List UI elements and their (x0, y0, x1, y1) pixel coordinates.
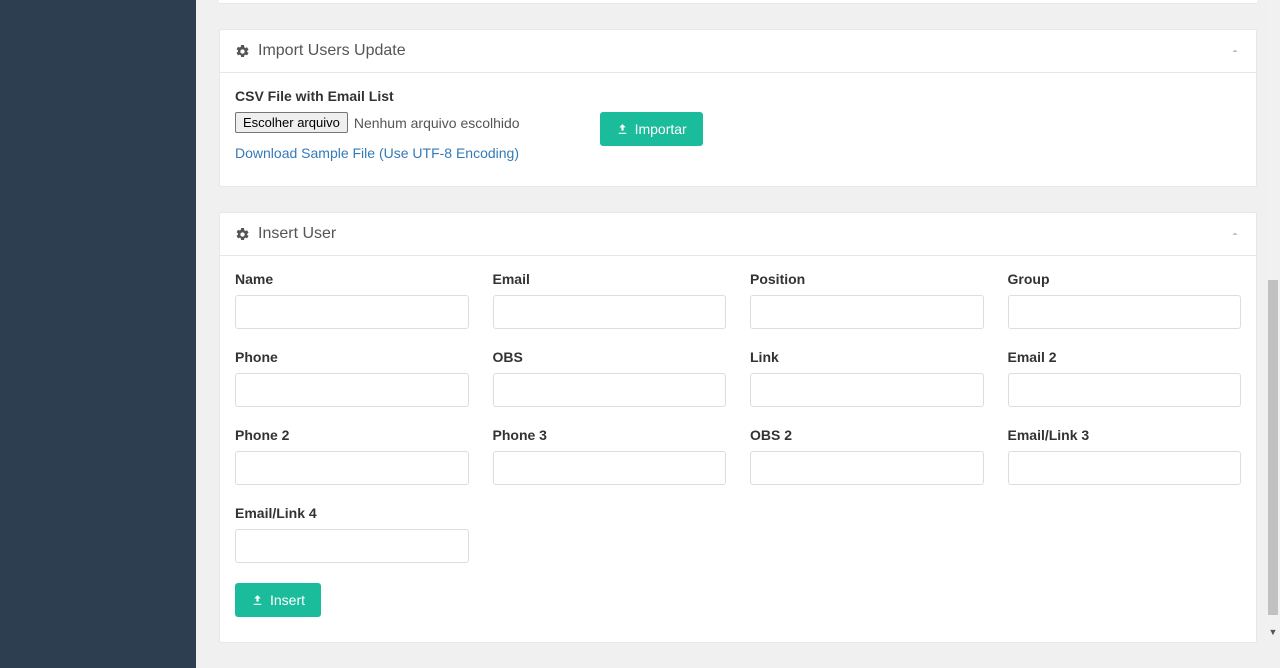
link-input[interactable] (750, 373, 984, 407)
form-group-obs: OBS (493, 349, 727, 407)
sidebar (0, 0, 196, 668)
insert-user-panel: Insert User Name Email Position (219, 212, 1257, 643)
phone2-label: Phone 2 (235, 427, 469, 443)
emaillink3-label: Email/Link 3 (1008, 427, 1242, 443)
import-panel-body: CSV File with Email List Escolher arquiv… (220, 73, 1256, 186)
form-group-phone3: Phone 3 (493, 427, 727, 485)
email2-label: Email 2 (1008, 349, 1242, 365)
import-users-panel: Import Users Update CSV File with Email … (219, 29, 1257, 187)
emaillink4-label: Email/Link 4 (235, 505, 469, 521)
form-group-phone2: Phone 2 (235, 427, 469, 485)
group-label: Group (1008, 271, 1242, 287)
group-input[interactable] (1008, 295, 1242, 329)
email-input[interactable] (493, 295, 727, 329)
email2-input[interactable] (1008, 373, 1242, 407)
phone3-input[interactable] (493, 451, 727, 485)
phone2-input[interactable] (235, 451, 469, 485)
chevron-up-icon[interactable] (1229, 228, 1241, 240)
phone-input[interactable] (235, 373, 469, 407)
emaillink4-input[interactable] (235, 529, 469, 563)
form-group-email: Email (493, 271, 727, 329)
emaillink3-input[interactable] (1008, 451, 1242, 485)
insert-button-label: Insert (270, 592, 305, 608)
name-input[interactable] (235, 295, 469, 329)
upload-icon (616, 123, 629, 136)
gears-icon (235, 44, 250, 59)
insert-button[interactable]: Insert (235, 583, 321, 617)
import-button[interactable]: Importar (600, 112, 703, 146)
obs2-input[interactable] (750, 451, 984, 485)
insert-panel-body: Name Email Position Group (220, 256, 1256, 642)
download-sample-link[interactable]: Download Sample File (Use UTF-8 Encoding… (235, 145, 519, 161)
insert-panel-title: Insert User (258, 225, 336, 243)
obs-input[interactable] (493, 373, 727, 407)
scrollbar-down-button[interactable]: ▼ (1266, 624, 1280, 640)
chevron-up-icon[interactable] (1229, 45, 1241, 57)
email-label: Email (493, 271, 727, 287)
name-label: Name (235, 271, 469, 287)
file-input[interactable]: Escolher arquivo Nenhum arquivo escolhid… (235, 112, 520, 133)
form-group-emaillink3: Email/Link 3 (1008, 427, 1242, 485)
scrollbar-thumb[interactable] (1268, 280, 1278, 615)
insert-panel-header[interactable]: Insert User (220, 213, 1256, 256)
obs2-label: OBS 2 (750, 427, 984, 443)
obs-label: OBS (493, 349, 727, 365)
position-input[interactable] (750, 295, 984, 329)
choose-file-button[interactable]: Escolher arquivo (235, 112, 348, 133)
import-button-label: Importar (635, 121, 687, 137)
phone3-label: Phone 3 (493, 427, 727, 443)
form-group-link: Link (750, 349, 984, 407)
import-panel-header[interactable]: Import Users Update (220, 30, 1256, 73)
form-group-name: Name (235, 271, 469, 329)
file-status-text: Nenhum arquivo escolhido (354, 115, 520, 131)
form-group-email2: Email 2 (1008, 349, 1242, 407)
phone-label: Phone (235, 349, 469, 365)
panel-divider (219, 0, 1257, 4)
form-group-obs2: OBS 2 (750, 427, 984, 485)
position-label: Position (750, 271, 984, 287)
import-panel-title: Import Users Update (258, 42, 406, 60)
form-group-emaillink4: Email/Link 4 (235, 505, 469, 563)
vertical-scrollbar[interactable] (1266, 0, 1280, 624)
upload-icon (251, 594, 264, 607)
form-group-phone: Phone (235, 349, 469, 407)
form-group-group: Group (1008, 271, 1242, 329)
link-label: Link (750, 349, 984, 365)
main-content: Import Users Update CSV File with Email … (196, 0, 1280, 668)
gears-icon (235, 227, 250, 242)
form-group-position: Position (750, 271, 984, 329)
csv-file-label: CSV File with Email List (235, 88, 520, 104)
